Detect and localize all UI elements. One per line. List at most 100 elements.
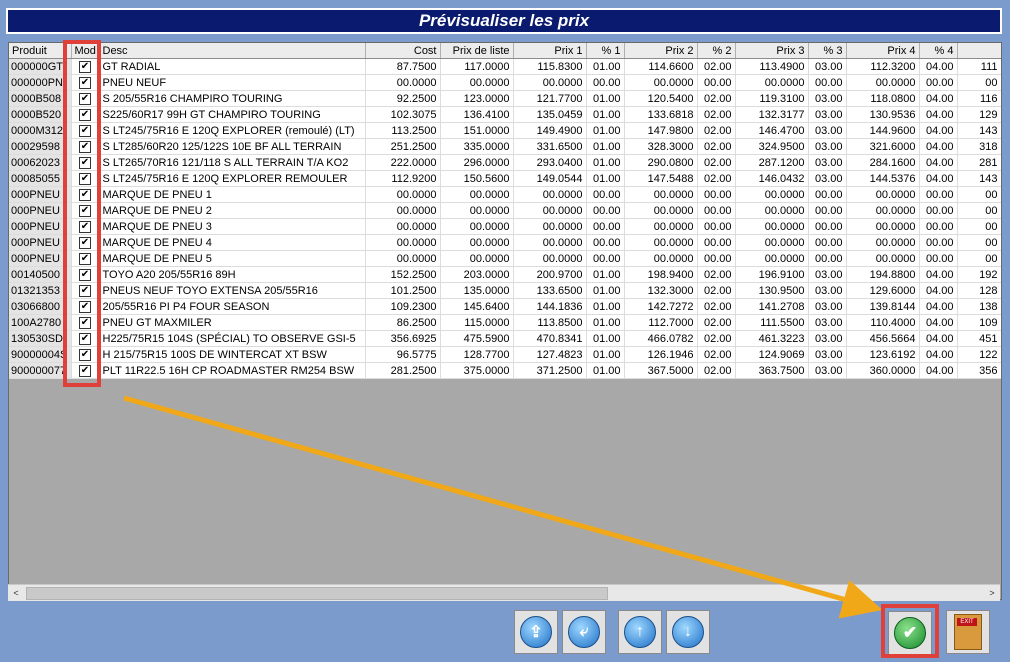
table-row[interactable]: 000PNEU ✔ MARQUE DE PNEU 1 00.0000 00.0000 00… <box>9 186 1001 203</box>
col-produit-header[interactable]: Produit <box>9 43 72 59</box>
table-row[interactable]: 0000B508 ✔ S 205/55R16 CHAMPIRO TOURING 92.… <box>9 90 1001 107</box>
table-row[interactable]: 000000GT ✔ GT RADIAL 87.7500 117.0000 115.830… <box>9 58 1001 75</box>
col-prix2-cell: 00.0000 <box>624 186 698 203</box>
price-preview-grid[interactable]: Produit Mod Desc Cost Prix de liste Prix 1% 1… <box>8 42 1002 600</box>
table-row[interactable]: 100A2780 ✔ PNEU GT MAXMILER 86.2500 115.0000… <box>9 314 1001 331</box>
col-prix3-cell: 00.0000 <box>735 186 809 203</box>
table-row[interactable]: 00062023 ✔ S LT265/70R16 121/118 S ALL TER… <box>9 154 1001 171</box>
table-row[interactable]: 000PNEU ✔ MARQUE DE PNEU 2 00.0000 00.0000 00… <box>9 202 1001 219</box>
col-prix5-cell: 00 <box>957 218 1001 235</box>
col-pct3-cell: 03.00 <box>808 170 847 187</box>
table-row[interactable]: 900000077 ✔ PLT 11R22.5 16H CP ROADMASTER … <box>9 362 1001 379</box>
col-pct2-cell: 00.00 <box>697 218 736 235</box>
col-pct1-cell: 01.00 <box>586 314 625 331</box>
col-prix1-cell: 127.4823 <box>513 346 587 363</box>
exit-button[interactable]: EXIT <box>946 610 990 654</box>
table-row[interactable]: 03066800 ✔ 205/55R16 PI P4 FOUR SEASON 109.… <box>9 298 1001 315</box>
scroll-right-arrow-icon[interactable]: > <box>984 585 1000 601</box>
col-prix5-cell: 129 <box>957 106 1001 123</box>
col-cost-cell: 87.7500 <box>365 58 441 75</box>
col-pct1-cell: 01.00 <box>586 282 625 299</box>
scroll-left-arrow-icon[interactable]: < <box>8 585 24 601</box>
table-row[interactable]: 000PNEU ✔ MARQUE DE PNEU 5 00.0000 00.0000 00… <box>9 250 1001 267</box>
col-prix-liste-cell: 375.0000 <box>440 362 514 379</box>
col-desc-cell: MARQUE DE PNEU 1 <box>99 186 366 203</box>
col-prix-liste-cell: 151.0000 <box>440 122 514 139</box>
window-title: Prévisualiser les prix <box>418 11 590 30</box>
price-table: Produit Mod Desc Cost Prix de liste Prix 1% 1… <box>9 43 1001 379</box>
col-prix-liste-cell: 00.0000 <box>440 186 514 203</box>
table-row[interactable]: 01321353 ✔ PNEUS NEUF TOYO EXTENSA 205/55R… <box>9 282 1001 299</box>
import-button[interactable]: ⇪ <box>514 610 558 654</box>
col-desc-cell: 205/55R16 PI P4 FOUR SEASON <box>99 298 366 315</box>
col-pct4-header[interactable]: % 4 <box>919 43 958 59</box>
col-pct4-cell: 00.00 <box>919 202 958 219</box>
col-prix-liste-header[interactable]: Prix de liste <box>440 43 514 59</box>
col-desc-cell: S LT285/60R20 125/122S 10E BF ALL TERRAI… <box>99 138 366 155</box>
col-prix-liste-cell: 296.0000 <box>440 154 514 171</box>
move-up-button[interactable]: ↑ <box>618 610 662 654</box>
col-cost-cell: 251.2500 <box>365 138 441 155</box>
col-pct1-header[interactable]: % 1 <box>586 43 625 59</box>
col-prix-liste-cell: 145.6400 <box>440 298 514 315</box>
col-cost-cell: 113.2500 <box>365 122 441 139</box>
col-prix2-cell: 147.9800 <box>624 122 698 139</box>
col-prix4-header[interactable]: Prix 4 <box>846 43 920 59</box>
col-cost-cell: 00.0000 <box>365 250 441 267</box>
col-prix2-cell: 328.3000 <box>624 138 698 155</box>
col-prix2-cell: 367.5000 <box>624 362 698 379</box>
table-row[interactable]: 0000M312 ✔ S LT245/75R16 E 120Q EXPLORER (… <box>9 122 1001 139</box>
col-prix2-cell: 133.6818 <box>624 106 698 123</box>
table-row[interactable]: 000PNEU ✔ MARQUE DE PNEU 3 00.0000 00.0000 00… <box>9 218 1001 235</box>
col-desc-cell: PNEU GT MAXMILER <box>99 314 366 331</box>
col-produit-cell: 000PNEU <box>9 218 72 235</box>
col-prix3-cell: 00.0000 <box>735 74 809 91</box>
col-prix5-cell: 00 <box>957 250 1001 267</box>
col-pct1-cell: 01.00 <box>586 362 625 379</box>
col-prix-liste-cell: 203.0000 <box>440 266 514 283</box>
col-prix2-header[interactable]: Prix 2 <box>624 43 698 59</box>
col-pct4-cell: 00.00 <box>919 186 958 203</box>
col-pct2-cell: 02.00 <box>697 138 736 155</box>
col-prix2-cell: 120.5400 <box>624 90 698 107</box>
col-pct2-header[interactable]: % 2 <box>697 43 736 59</box>
table-row[interactable]: 130530SD ✔ H225/75R15 104S (SPÉCIAL) TO OB… <box>9 330 1001 347</box>
col-pct3-cell: 03.00 <box>808 90 847 107</box>
col-pct2-cell: 02.00 <box>697 106 736 123</box>
table-row[interactable]: 00085055 ✔ S LT245/75R16 E 120Q EXPLORER R… <box>9 170 1001 187</box>
move-down-button[interactable]: ↓ <box>666 610 710 654</box>
col-prix1-cell: 00.0000 <box>513 186 587 203</box>
table-row[interactable]: 0000B520 ✔ S225/60R17 99H GT CHAMPIRO TOUR… <box>9 106 1001 123</box>
col-prix4-cell: 130.9536 <box>846 106 920 123</box>
table-row[interactable]: 90000004S ✔ H 215/75R15 100S DE WINTERCAT … <box>9 346 1001 363</box>
col-pct2-cell: 02.00 <box>697 330 736 347</box>
col-prix5-header[interactable] <box>957 43 1001 59</box>
export-button[interactable]: ⤶ <box>562 610 606 654</box>
table-row[interactable]: 00029598 ✔ S LT285/60R20 125/122S 10E BF A… <box>9 138 1001 155</box>
col-pct3-header[interactable]: % 3 <box>808 43 847 59</box>
horizontal-scrollbar[interactable]: < > <box>8 584 1000 601</box>
table-row[interactable]: 00140500 ✔ TOYO A20 205/55R16 89H 152.2500 2… <box>9 266 1001 283</box>
scrollbar-thumb[interactable] <box>26 587 608 600</box>
table-row[interactable]: 000000PN ✔ PNEU NEUF 00.0000 00.0000 00.0000 0… <box>9 74 1001 91</box>
col-prix5-cell: 451 <box>957 330 1001 347</box>
col-prix2-cell: 142.7272 <box>624 298 698 315</box>
col-produit-cell: 00085055 <box>9 170 72 187</box>
col-prix1-cell: 135.0459 <box>513 106 587 123</box>
col-prix4-cell: 139.8144 <box>846 298 920 315</box>
col-desc-header[interactable]: Desc <box>99 43 366 59</box>
col-prix3-header[interactable]: Prix 3 <box>735 43 809 59</box>
col-prix4-cell: 144.5376 <box>846 170 920 187</box>
table-row[interactable]: 000PNEU ✔ MARQUE DE PNEU 4 00.0000 00.0000 00… <box>9 234 1001 251</box>
col-cost-header[interactable]: Cost <box>365 43 441 59</box>
col-prix-liste-cell: 150.5600 <box>440 170 514 187</box>
col-pct2-cell: 02.00 <box>697 314 736 331</box>
col-prix1-header[interactable]: Prix 1 <box>513 43 587 59</box>
col-desc-cell: S LT245/75R16 E 120Q EXPLORER REMOULER <box>99 170 366 187</box>
col-pct4-cell: 04.00 <box>919 154 958 171</box>
col-prix1-cell: 293.0400 <box>513 154 587 171</box>
col-pct2-cell: 02.00 <box>697 346 736 363</box>
col-prix-liste-cell: 115.0000 <box>440 314 514 331</box>
col-prix4-cell: 00.0000 <box>846 186 920 203</box>
col-prix4-cell: 360.0000 <box>846 362 920 379</box>
